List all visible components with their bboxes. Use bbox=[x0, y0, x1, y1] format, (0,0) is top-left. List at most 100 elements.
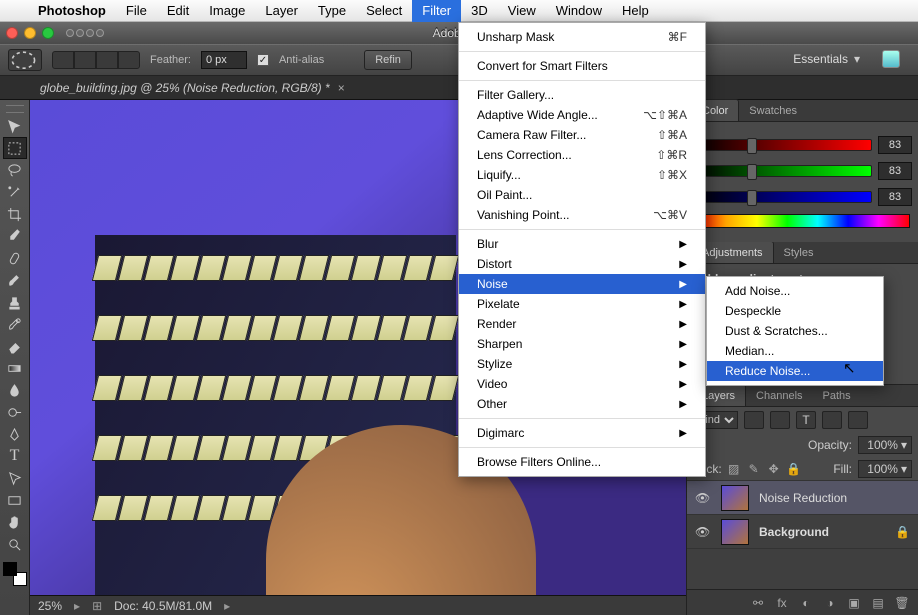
filter-type-icon[interactable]: T bbox=[796, 411, 816, 429]
tab-paths[interactable]: Paths bbox=[813, 385, 861, 407]
stamp-tool-icon[interactable] bbox=[3, 291, 27, 313]
menu-item-blur[interactable]: Blur▶ bbox=[459, 234, 705, 254]
tool-preset-icon[interactable] bbox=[8, 49, 42, 71]
group-icon[interactable]: ▣ bbox=[846, 595, 862, 611]
gradient-tool-icon[interactable] bbox=[3, 357, 27, 379]
menu-item-stylize[interactable]: Stylize▶ bbox=[459, 354, 705, 374]
window-minimize-icon[interactable] bbox=[24, 27, 36, 39]
menu-item-unsharp-mask[interactable]: Unsharp Mask⌘F bbox=[459, 27, 705, 47]
trash-icon[interactable]: 🗑 bbox=[894, 595, 910, 611]
menu-file[interactable]: File bbox=[116, 0, 157, 22]
fill-input[interactable]: 100%▾ bbox=[858, 460, 912, 478]
menu-select[interactable]: Select bbox=[356, 0, 412, 22]
layer-thumbnail[interactable] bbox=[721, 485, 749, 511]
submenu-item-add-noise[interactable]: Add Noise... bbox=[707, 281, 883, 301]
menu-item-noise[interactable]: Noise▶ bbox=[459, 274, 705, 294]
menu-layer[interactable]: Layer bbox=[255, 0, 308, 22]
menu-item-vanishing-point[interactable]: Vanishing Point...⌥⌘V bbox=[459, 205, 705, 225]
lock-trans-icon[interactable]: ▨ bbox=[726, 461, 742, 477]
chevron-icon[interactable]: ▸ bbox=[224, 599, 230, 613]
layer-name[interactable]: Background bbox=[759, 525, 885, 539]
pen-tool-icon[interactable] bbox=[3, 423, 27, 445]
fgbg-swatch[interactable] bbox=[2, 561, 28, 587]
g-value[interactable]: 83 bbox=[878, 162, 912, 180]
tab-styles[interactable]: Styles bbox=[774, 242, 824, 264]
visibility-icon[interactable]: 👁 bbox=[695, 491, 711, 505]
hand-tool-icon[interactable] bbox=[3, 511, 27, 533]
brush-tool-icon[interactable] bbox=[3, 269, 27, 291]
tab-channels[interactable]: Channels bbox=[746, 385, 812, 407]
menu-type[interactable]: Type bbox=[308, 0, 356, 22]
lock-pixels-icon[interactable]: ✎ bbox=[746, 461, 762, 477]
chevron-icon[interactable]: ▸ bbox=[74, 599, 80, 613]
menu-3d[interactable]: 3D bbox=[461, 0, 498, 22]
mask-icon[interactable]: ◐ bbox=[798, 595, 814, 611]
filter-smart-icon[interactable] bbox=[848, 411, 868, 429]
eyedropper-tool-icon[interactable] bbox=[3, 225, 27, 247]
menu-item-digimarc[interactable]: Digimarc▶ bbox=[459, 423, 705, 443]
menu-help[interactable]: Help bbox=[612, 0, 659, 22]
tab-swatches[interactable]: Swatches bbox=[739, 100, 807, 122]
cs-live-icon[interactable] bbox=[882, 50, 900, 68]
feather-input[interactable] bbox=[201, 51, 247, 69]
menu-image[interactable]: Image bbox=[199, 0, 255, 22]
menu-item-pixelate[interactable]: Pixelate▶ bbox=[459, 294, 705, 314]
antialias-checkbox[interactable]: ✓ bbox=[257, 54, 269, 66]
lock-all-icon[interactable]: 🔒 bbox=[786, 461, 802, 477]
menu-filter[interactable]: Filter bbox=[412, 0, 461, 22]
new-layer-icon[interactable]: ▤ bbox=[870, 595, 886, 611]
crop-tool-icon[interactable] bbox=[3, 203, 27, 225]
eraser-tool-icon[interactable] bbox=[3, 335, 27, 357]
blur-tool-icon[interactable] bbox=[3, 379, 27, 401]
menu-item-render[interactable]: Render▶ bbox=[459, 314, 705, 334]
menu-item-filter-gallery[interactable]: Filter Gallery... bbox=[459, 85, 705, 105]
menu-item-convert-for-smart-filters[interactable]: Convert for Smart Filters bbox=[459, 56, 705, 76]
move-tool-icon[interactable] bbox=[3, 115, 27, 137]
zoom-display[interactable]: 25% bbox=[38, 599, 62, 613]
fx-icon[interactable]: fx bbox=[774, 595, 790, 611]
menu-item-browse-filters-online[interactable]: Browse Filters Online... bbox=[459, 452, 705, 472]
opacity-input[interactable]: 100%▾ bbox=[858, 436, 912, 454]
menu-app[interactable]: Photoshop bbox=[28, 0, 116, 22]
history-brush-tool-icon[interactable] bbox=[3, 313, 27, 335]
menu-item-distort[interactable]: Distort▶ bbox=[459, 254, 705, 274]
menu-window[interactable]: Window bbox=[546, 0, 612, 22]
panel-grip[interactable] bbox=[6, 105, 24, 113]
r-value[interactable]: 83 bbox=[878, 136, 912, 154]
filter-pixel-icon[interactable] bbox=[744, 411, 764, 429]
r-slider[interactable] bbox=[693, 139, 872, 151]
rectangle-tool-icon[interactable] bbox=[3, 489, 27, 511]
layer-thumbnail[interactable] bbox=[721, 519, 749, 545]
submenu-item-reduce-noise[interactable]: Reduce Noise... bbox=[707, 361, 883, 381]
fill-adjust-icon[interactable]: ◑ bbox=[822, 595, 838, 611]
visibility-icon[interactable]: 👁 bbox=[695, 525, 711, 539]
layer-name[interactable]: Noise Reduction bbox=[759, 491, 910, 505]
path-select-tool-icon[interactable] bbox=[3, 467, 27, 489]
wand-tool-icon[interactable] bbox=[3, 181, 27, 203]
menu-view[interactable]: View bbox=[498, 0, 546, 22]
menu-item-video[interactable]: Video▶ bbox=[459, 374, 705, 394]
link-layers-icon[interactable]: ⚯ bbox=[750, 595, 766, 611]
hue-strip[interactable] bbox=[695, 214, 910, 228]
refine-edge-button[interactable]: Refin bbox=[364, 50, 412, 70]
zoom-tool-icon[interactable] bbox=[3, 533, 27, 555]
dodge-tool-icon[interactable] bbox=[3, 401, 27, 423]
close-icon[interactable]: × bbox=[338, 81, 345, 95]
submenu-item-median[interactable]: Median... bbox=[707, 341, 883, 361]
window-close-icon[interactable] bbox=[6, 27, 18, 39]
scrub-icon[interactable]: ⊞ bbox=[92, 599, 102, 613]
menu-item-sharpen[interactable]: Sharpen▶ bbox=[459, 334, 705, 354]
menu-item-adaptive-wide-angle[interactable]: Adaptive Wide Angle...⌥⇧⌘A bbox=[459, 105, 705, 125]
type-tool-icon[interactable]: T bbox=[3, 445, 27, 467]
healing-tool-icon[interactable] bbox=[3, 247, 27, 269]
layer-row[interactable]: 👁Background🔒 bbox=[687, 515, 918, 549]
lock-position-icon[interactable]: ✥ bbox=[766, 461, 782, 477]
menu-item-camera-raw-filter[interactable]: Camera Raw Filter...⇧⌘A bbox=[459, 125, 705, 145]
layer-row[interactable]: 👁 Noise Reduction bbox=[687, 481, 918, 515]
b-value[interactable]: 83 bbox=[878, 188, 912, 206]
window-zoom-icon[interactable] bbox=[42, 27, 54, 39]
marquee-tool-icon[interactable] bbox=[3, 137, 27, 159]
selection-mode-group[interactable] bbox=[52, 51, 140, 69]
workspace-switcher[interactable]: Essentials ▾ bbox=[793, 50, 900, 68]
g-slider[interactable] bbox=[693, 165, 872, 177]
